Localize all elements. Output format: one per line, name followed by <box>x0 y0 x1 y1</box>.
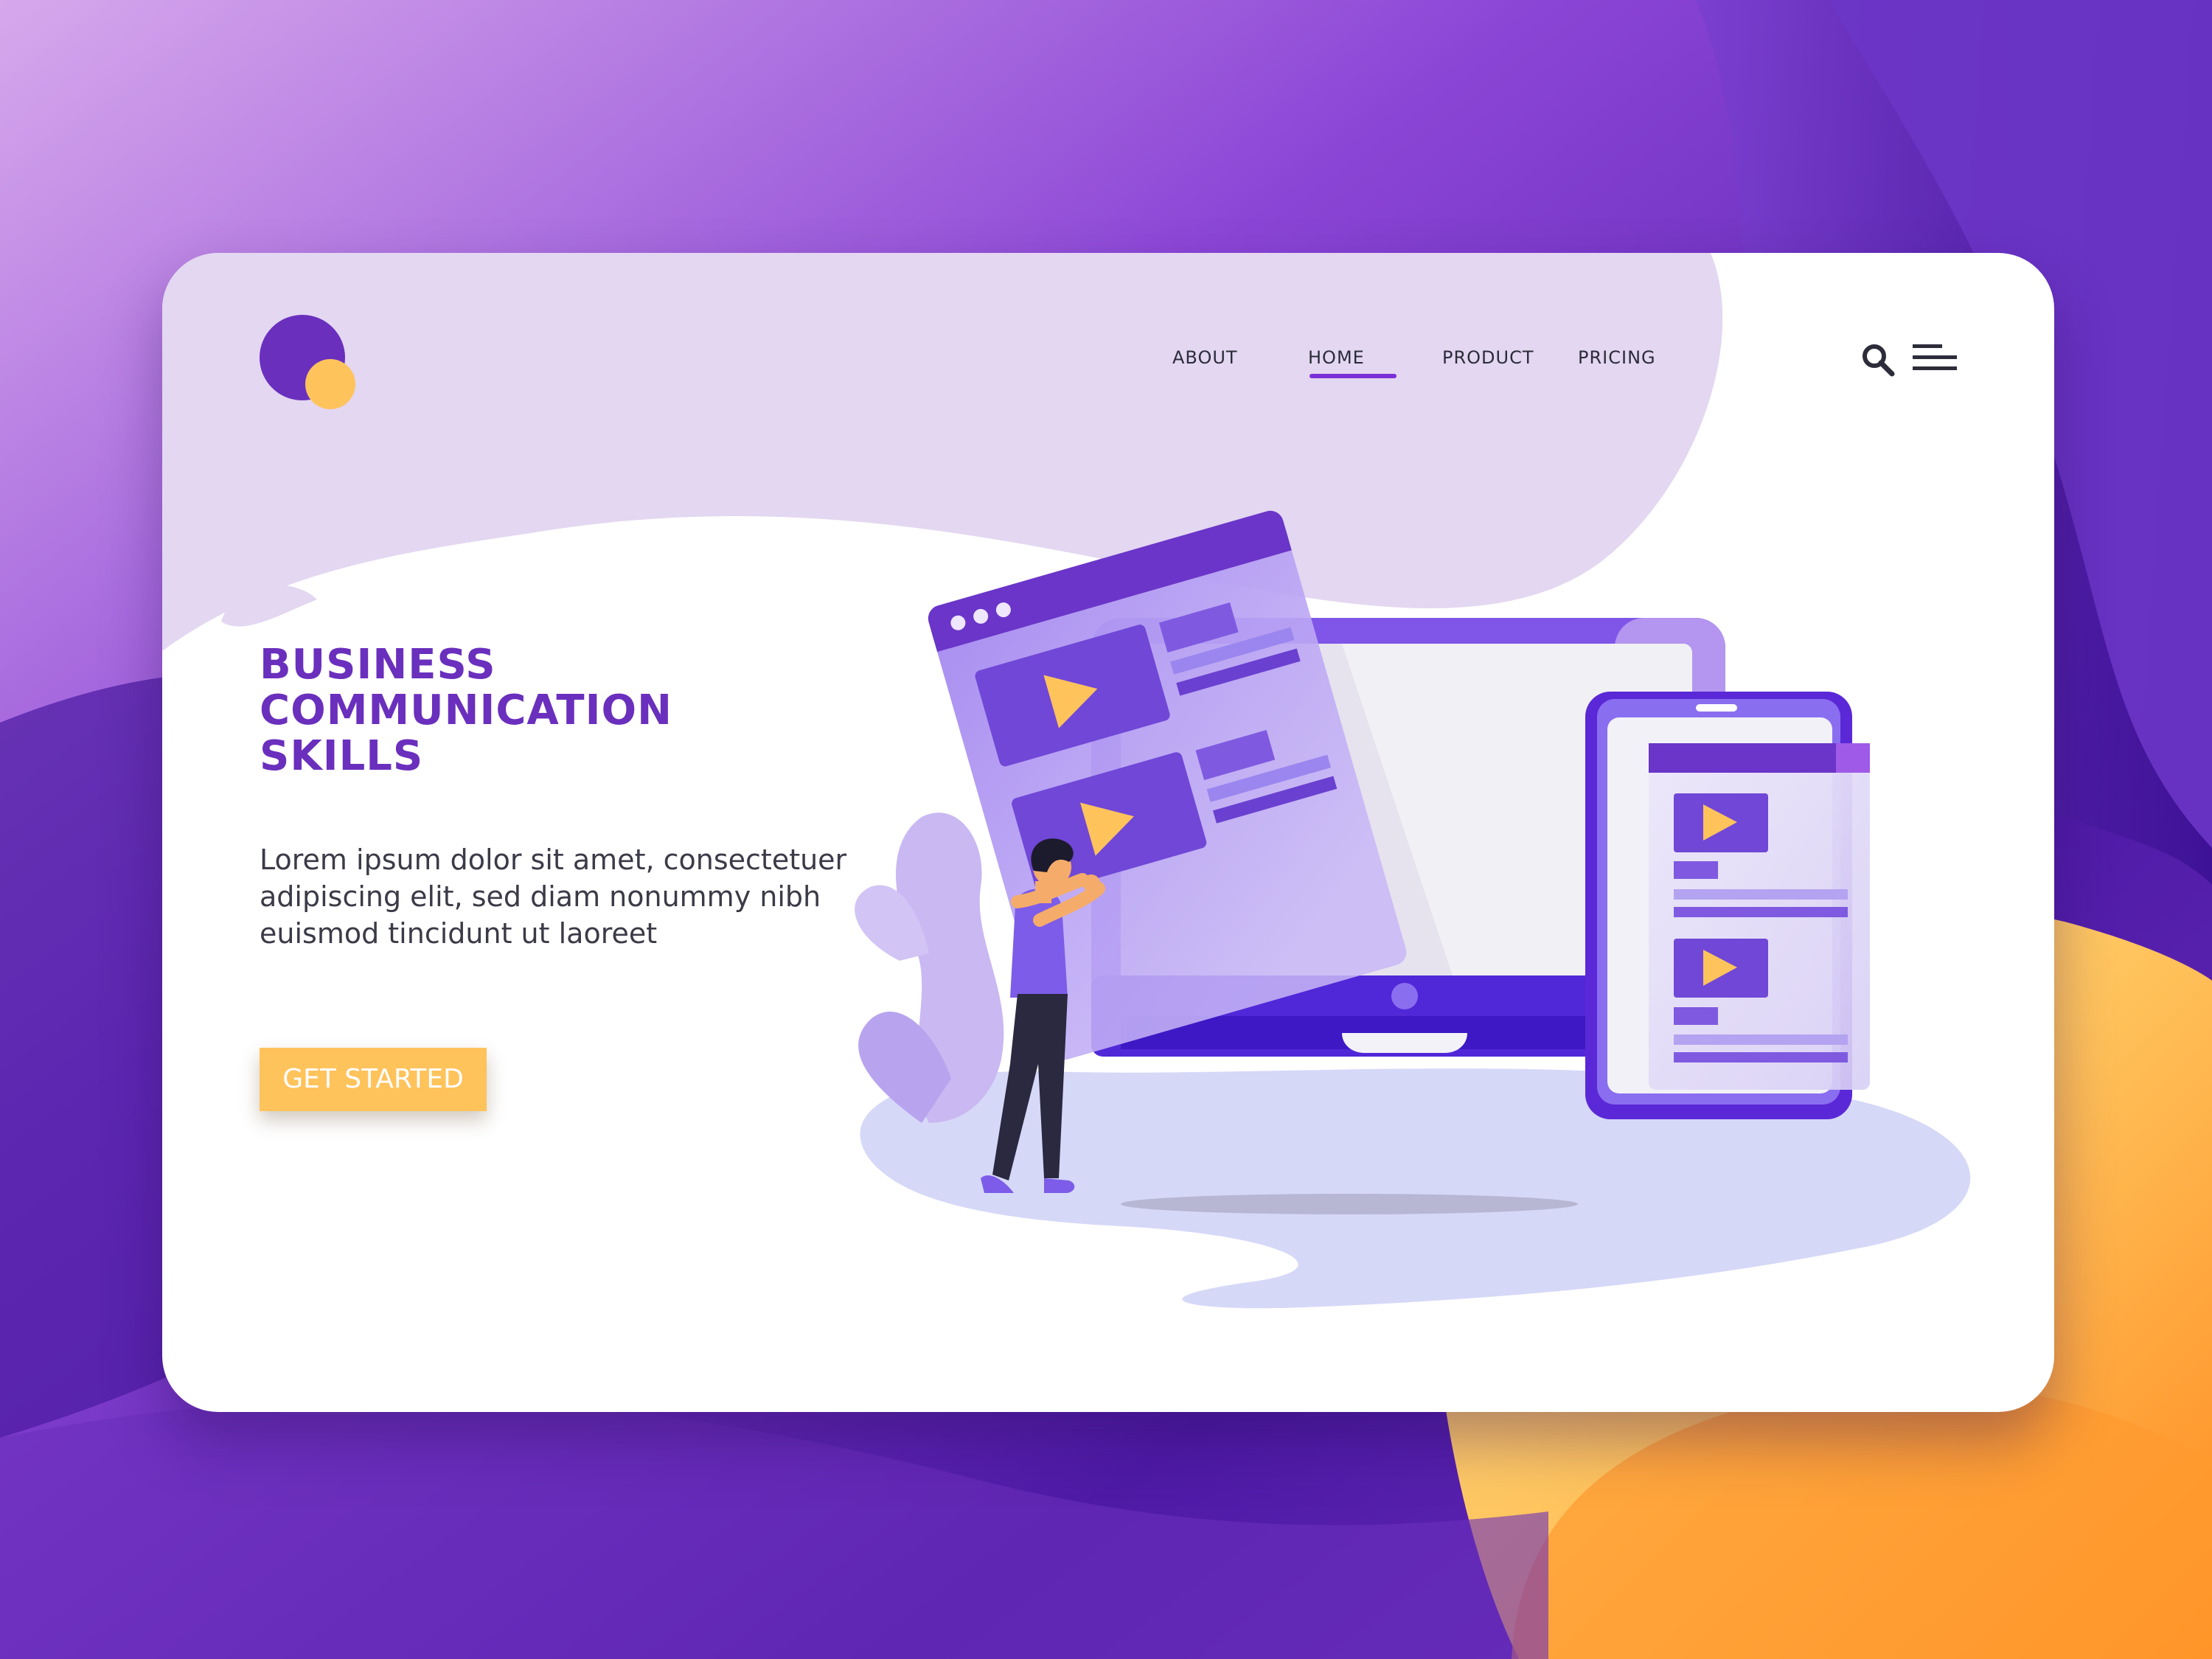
landing-card: ABOUT HOME PRODUCT PRICING BUSINESS COMM… <box>162 253 2054 1412</box>
browser-window <box>928 510 1407 1060</box>
laptop-shadow <box>1121 1194 1578 1214</box>
hero-illustration <box>855 510 1971 1309</box>
